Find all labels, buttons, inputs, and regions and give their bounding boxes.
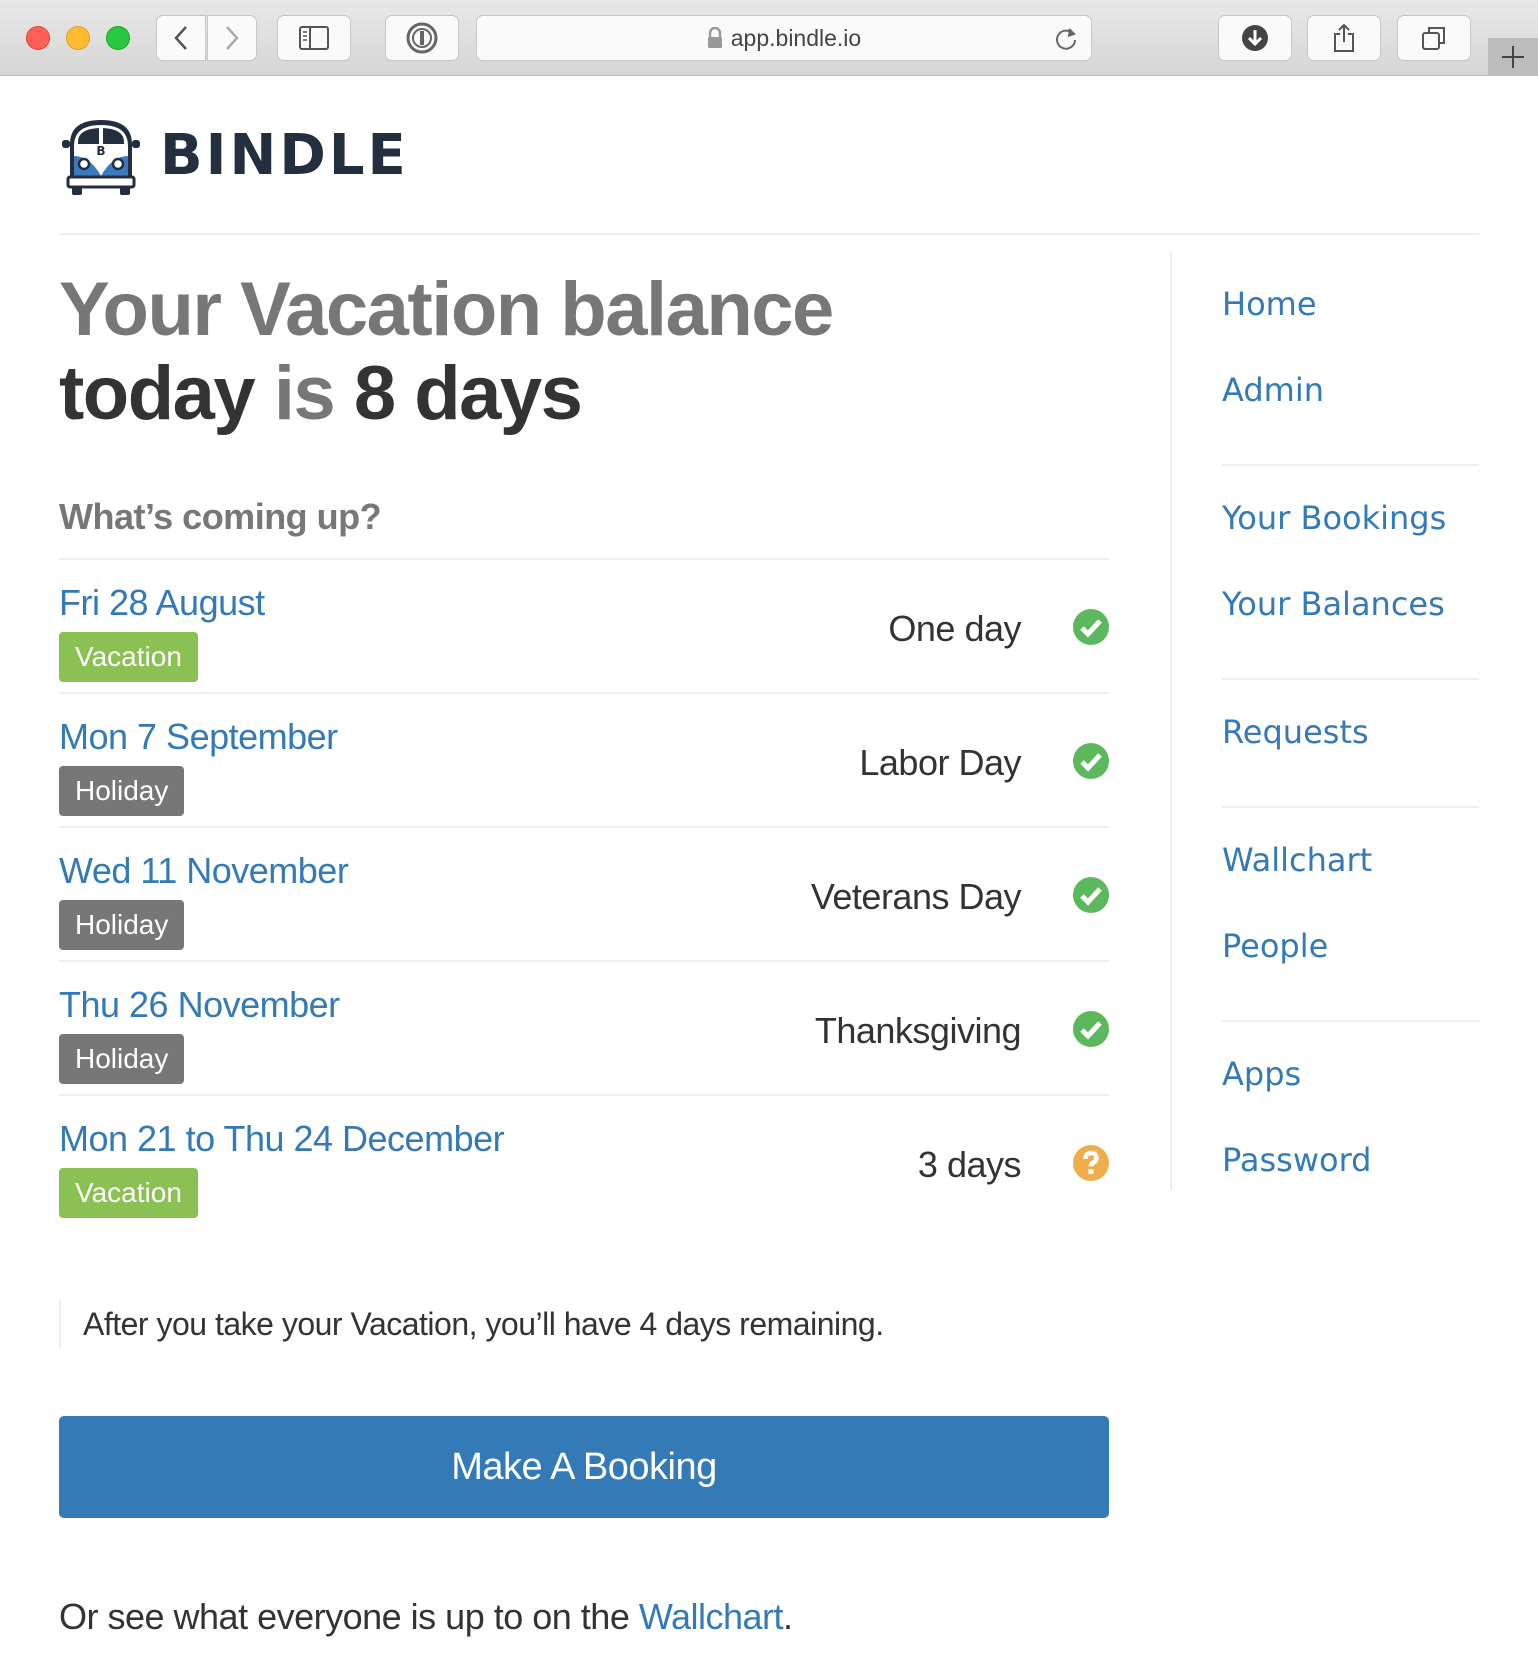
booking-date-link[interactable]: Thu 26 November <box>59 984 340 1026</box>
booking-date-link[interactable]: Mon 21 to Thu 24 December <box>59 1118 505 1160</box>
nav-item-admin[interactable]: Admin <box>1222 354 1479 440</box>
nav-item-your-bookings[interactable]: Your Bookings <box>1222 482 1479 568</box>
type-badge: Holiday <box>59 1034 185 1084</box>
header-divider <box>59 233 1479 235</box>
zoom-window-button[interactable] <box>106 26 130 50</box>
forward-button[interactable] <box>207 15 257 61</box>
nav-item-wallchart[interactable]: Wallchart <box>1222 824 1479 910</box>
reload-icon[interactable] <box>1053 26 1079 52</box>
brand-logo[interactable]: B BINDLE <box>60 114 409 196</box>
onepassword-icon <box>406 22 438 54</box>
type-badge: Vacation <box>59 632 198 682</box>
sidebar-button[interactable] <box>277 15 351 61</box>
approved-check-icon <box>1073 743 1109 779</box>
minimize-window-button[interactable] <box>66 26 90 50</box>
nav-group: Your Bookings Your Balances <box>1222 466 1479 680</box>
nav-item-home[interactable]: Home <box>1222 268 1479 354</box>
nav-item-password[interactable]: Password <box>1222 1124 1479 1210</box>
booking-description: Thanksgiving <box>814 1010 1022 1051</box>
approved-check-icon <box>1073 609 1109 645</box>
headline-part-2: today <box>59 351 256 436</box>
type-badge: Vacation <box>59 1168 198 1218</box>
brand-name: BINDLE <box>160 122 409 188</box>
remaining-balance-note: After you take your Vacation, you’ll hav… <box>59 1300 884 1348</box>
share-icon <box>1334 23 1354 52</box>
booking-description: Labor Day <box>859 742 1021 783</box>
upcoming-row: Mon 7 September Holiday Labor Day <box>59 694 1109 828</box>
upcoming-row: Thu 26 November Holiday Thanksgiving <box>59 962 1109 1096</box>
nav-group: Apps Password <box>1222 1022 1479 1234</box>
approved-check-icon <box>1073 1011 1109 1047</box>
downloads-button[interactable] <box>1218 15 1292 61</box>
headline-part-1: Your Vacation balance <box>59 267 834 352</box>
balance-value: 8 days <box>353 351 583 436</box>
nav-item-requests[interactable]: Requests <box>1222 696 1479 782</box>
download-icon <box>1242 25 1268 51</box>
van-icon: B <box>62 120 140 195</box>
tabs-icon <box>1422 27 1445 50</box>
back-button[interactable] <box>156 15 206 61</box>
url-text: app.bindle.io <box>730 24 862 51</box>
share-button[interactable] <box>1307 15 1381 61</box>
pending-question-icon <box>1073 1145 1109 1181</box>
approved-check-icon <box>1073 877 1109 913</box>
nav-group: Wallchart People <box>1222 808 1479 1022</box>
upcoming-title: What’s coming up? <box>59 496 382 537</box>
upcoming-row: Fri 28 August Vacation One day <box>59 560 1109 694</box>
nav-group: Home Admin <box>1222 252 1479 466</box>
booking-description: One day <box>888 608 1021 649</box>
nav-item-your-balances[interactable]: Your Balances <box>1222 568 1479 654</box>
wallchart-prompt: Or see what everyone is up to on the Wal… <box>59 1596 793 1638</box>
nav-item-apps[interactable]: Apps <box>1222 1038 1479 1124</box>
nav-group: Requests <box>1222 680 1479 808</box>
wallchart-link[interactable]: Wallchart <box>639 1596 784 1637</box>
type-badge: Holiday <box>59 766 185 816</box>
new-tab-button[interactable] <box>1488 38 1538 76</box>
upcoming-row: Mon 21 to Thu 24 December Vacation 3 day… <box>59 1096 1109 1230</box>
booking-description: Veterans Day <box>810 876 1022 917</box>
main-content: Your Vacation balance today is 8 days Wh… <box>59 250 1109 1230</box>
browser-toolbar: app.bindle.io <box>0 0 1538 76</box>
nav-item-people[interactable]: People <box>1222 910 1479 996</box>
sidebar-icon <box>299 26 329 50</box>
chevron-right-icon <box>226 26 239 50</box>
booking-description: 3 days <box>917 1144 1022 1185</box>
nav-divider <box>1170 252 1172 1190</box>
wallchart-prompt-suffix: . <box>783 1596 793 1637</box>
type-badge: Holiday <box>59 900 185 950</box>
upcoming-list: Fri 28 August Vacation One day Mon 7 Sep… <box>59 558 1109 1230</box>
headline-part-3: is <box>254 351 354 436</box>
upcoming-row: Wed 11 November Holiday Veterans Day <box>59 828 1109 962</box>
address-bar[interactable]: app.bindle.io <box>476 15 1092 61</box>
wallchart-prompt-text: Or see what everyone is up to on the <box>59 1596 639 1637</box>
lock-icon <box>707 27 722 48</box>
booking-date-link[interactable]: Wed 11 November <box>59 850 349 892</box>
booking-date-link[interactable]: Fri 28 August <box>59 582 265 624</box>
logo-letter: B <box>96 144 105 158</box>
balance-headline: Your Vacation balance today is 8 days <box>59 268 1109 436</box>
booking-date-link[interactable]: Mon 7 September <box>59 716 338 758</box>
chevron-left-icon <box>174 26 187 50</box>
plus-icon <box>1502 46 1524 68</box>
password-manager-button[interactable] <box>385 15 459 61</box>
make-booking-button[interactable]: Make A Booking <box>59 1416 1109 1518</box>
tabs-overview-button[interactable] <box>1397 15 1471 61</box>
side-nav: Home Admin Your Bookings Your Balances R… <box>1222 252 1479 1234</box>
close-window-button[interactable] <box>26 26 50 50</box>
